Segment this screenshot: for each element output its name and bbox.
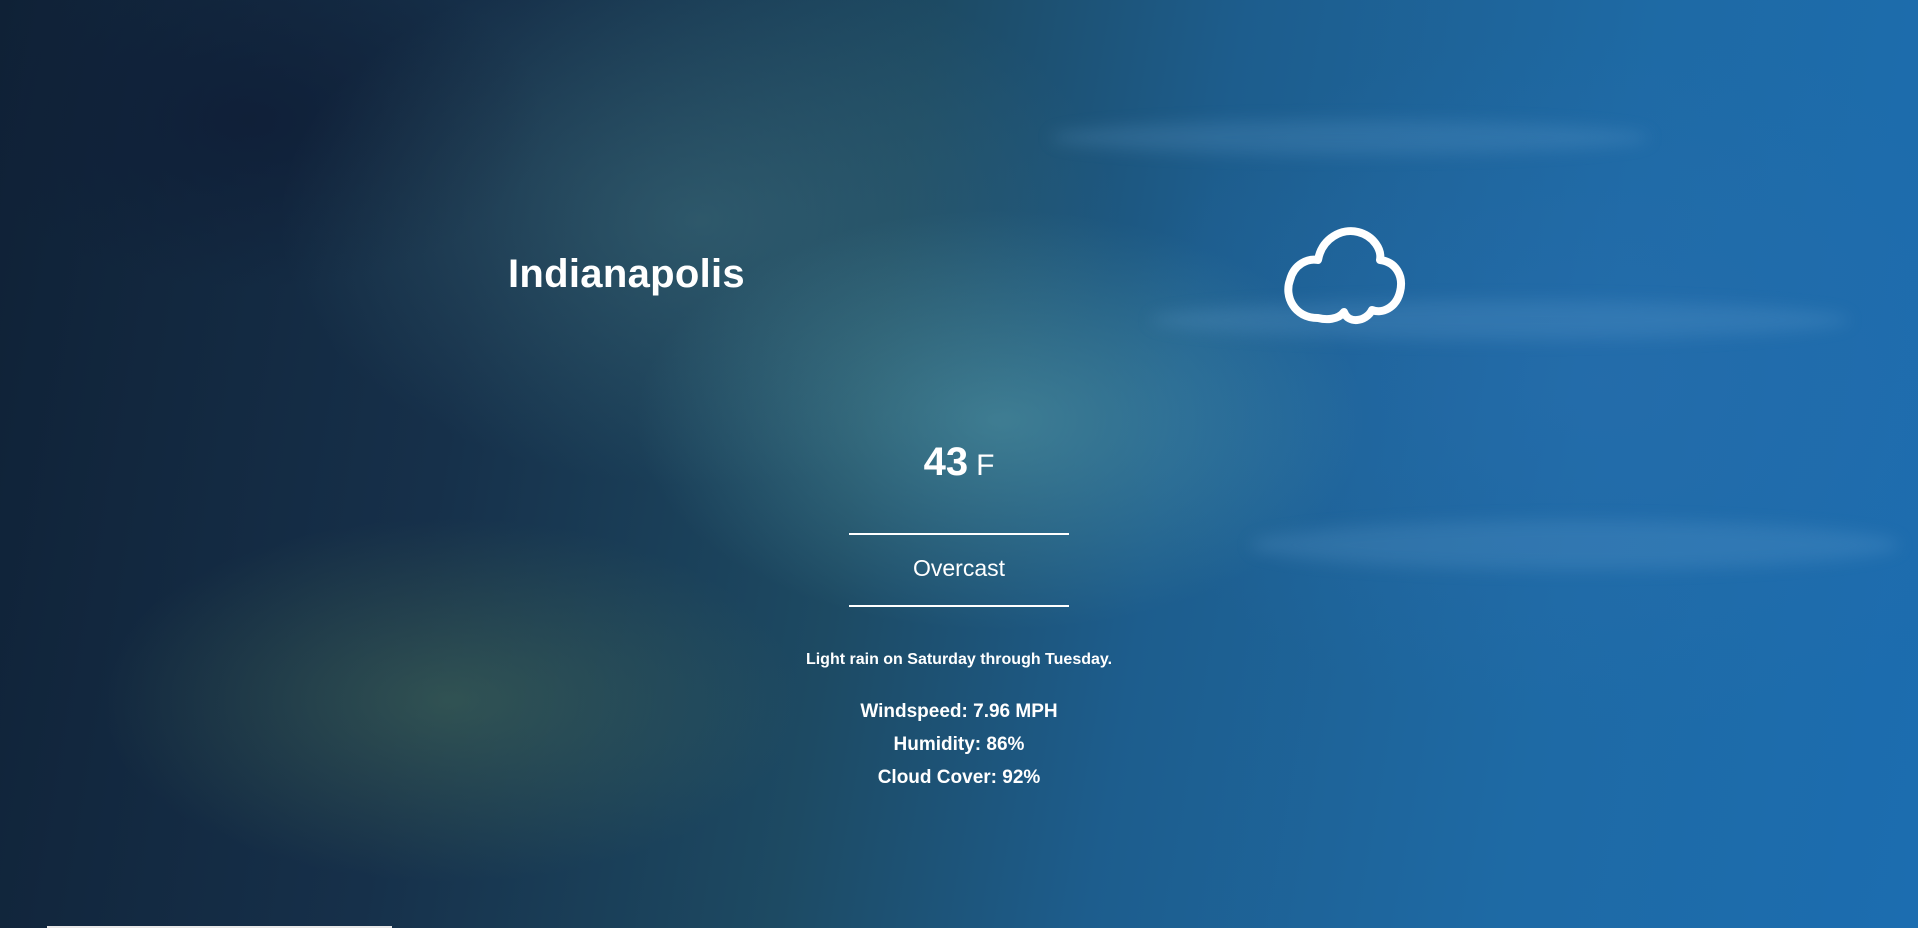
divider-bottom xyxy=(849,605,1069,607)
temperature: 43 F xyxy=(0,440,1918,485)
temperature-unit: F xyxy=(976,449,995,482)
windspeed-label: Windspeed: 7.96 MPH xyxy=(860,701,1058,722)
forecast-text: Light rain on Saturday through Tuesday. xyxy=(805,651,1113,668)
cloud-streak xyxy=(1150,300,1850,340)
cloud-icon xyxy=(1284,227,1405,324)
weather-details: Windspeed: 7.96 MPH Humidity: 86% Cloud … xyxy=(0,695,1918,794)
cloud-cover-label: Cloud Cover: 92% xyxy=(877,767,1041,788)
city-name: Indianapolis xyxy=(508,252,745,296)
weather-summary: Overcast xyxy=(912,555,1006,581)
divider-top xyxy=(849,533,1069,535)
humidity-label: Humidity: 86% xyxy=(893,734,1025,755)
temperature-value: 43 xyxy=(923,440,969,484)
cloud-streak xyxy=(1050,120,1650,155)
